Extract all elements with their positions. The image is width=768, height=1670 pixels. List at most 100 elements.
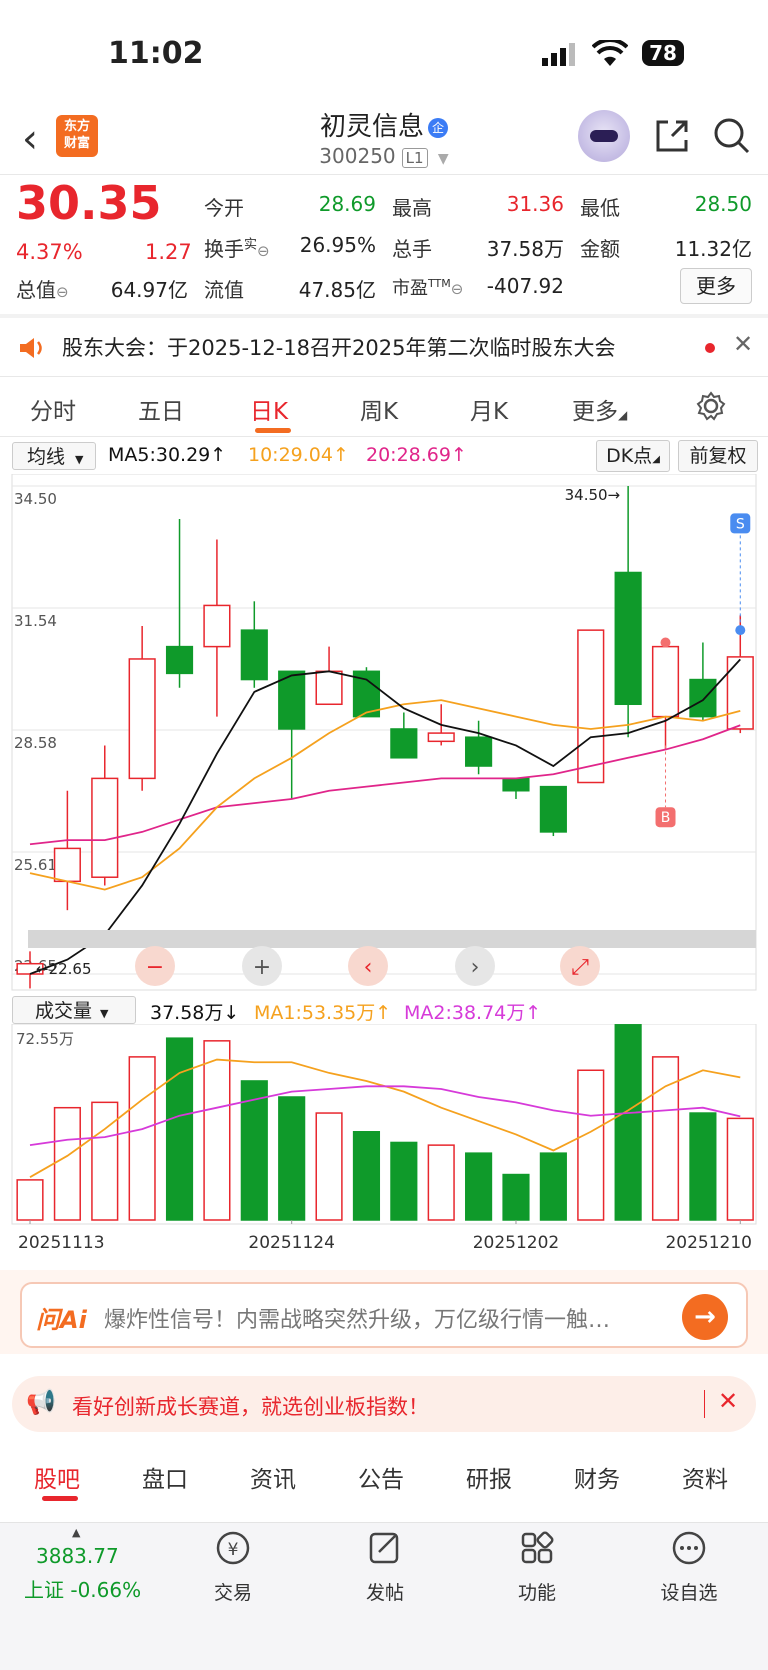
chart-frame <box>11 1024 757 1225</box>
candle-body <box>577 629 605 784</box>
footer-trade[interactable]: ¥ 交易 <box>178 1528 288 1605</box>
footer-favorite[interactable]: 设自选 <box>634 1528 744 1605</box>
tab-daily-k[interactable]: 日K <box>250 392 288 426</box>
svg-text:¥: ¥ <box>228 1540 239 1560</box>
volume-bar <box>502 1173 530 1221</box>
settings-icon[interactable] <box>695 390 727 422</box>
tab-weekly-k[interactable]: 周K <box>360 392 398 426</box>
dk-point-button[interactable]: DK点◢ <box>596 440 670 472</box>
ma5-value: MA5:30.29↑ <box>108 444 227 466</box>
volume-indicator-select[interactable]: 成交量 ▼ <box>12 996 136 1024</box>
tab-pankou[interactable]: 盘口 <box>142 1460 188 1494</box>
add-favorite-icon <box>672 1531 706 1565</box>
volume-value: 37.58万 <box>486 237 564 261</box>
current-price: 30.35 <box>16 176 162 230</box>
arrow-right-icon[interactable]: → <box>682 1294 728 1340</box>
tab-more[interactable]: 更多◢ <box>572 392 627 426</box>
amount-value: 11.32亿 <box>674 237 752 261</box>
chevron-left-icon: ‹ <box>364 955 373 980</box>
tab-monthly-k[interactable]: 月K <box>470 392 508 426</box>
index-value[interactable]: 3883.77 <box>36 1544 119 1568</box>
post-icon <box>369 1532 399 1564</box>
tab-intraday[interactable]: 分时 <box>30 392 76 426</box>
volume-label: 总手 <box>392 237 432 261</box>
signal-b-label: B <box>661 810 671 826</box>
volume-today: 37.58万↓ <box>150 1002 240 1024</box>
status-bar: 11:02 78 <box>0 0 768 100</box>
x-tick-label: 20251124 <box>248 1233 335 1253</box>
trade-icon: ¥ <box>216 1531 250 1565</box>
wifi-icon <box>592 40 628 66</box>
function-icon <box>521 1531 554 1564</box>
volume-bar <box>390 1141 418 1221</box>
volume-bar <box>651 1056 680 1221</box>
plus-icon: + <box>253 955 271 980</box>
chevron-right-icon: › <box>471 955 480 980</box>
float-cap-value: 47.85亿 <box>298 278 376 302</box>
open-label: 今开 <box>204 196 244 220</box>
high-label: 最高 <box>392 196 432 220</box>
tab-profile[interactable]: 资料 <box>682 1460 728 1494</box>
divider <box>0 376 768 377</box>
divider <box>0 436 768 437</box>
open-value: 28.69 <box>318 192 376 216</box>
signal-icon <box>542 43 575 66</box>
market-cap-label: 总值⊖ <box>16 278 69 302</box>
volume-bar <box>427 1144 455 1221</box>
y-tick-label: 34.50 <box>14 490 57 508</box>
megaphone-icon: 📢 <box>26 1388 56 1416</box>
tab-announcement[interactable]: 公告 <box>358 1460 404 1494</box>
candle-body <box>315 670 343 706</box>
min-price-label: ←22.65 <box>36 960 92 978</box>
close-icon[interactable]: ✕ <box>733 330 753 358</box>
adjust-button[interactable]: 前复权 <box>678 440 758 472</box>
unread-dot <box>705 343 715 353</box>
index-label[interactable]: 上证 -0.66% <box>24 1574 141 1603</box>
x-tick-label: 20251202 <box>473 1233 560 1253</box>
tab-news[interactable]: 资讯 <box>250 1460 296 1494</box>
range-band <box>28 930 756 948</box>
tab-finance[interactable]: 财务 <box>574 1460 620 1494</box>
max-price-label: 34.50→ <box>565 486 621 504</box>
notice-bar[interactable]: 股东大会：于2025-12-18召开2025年第二次临时股东大会 ✕ <box>0 318 768 376</box>
search-icon[interactable] <box>712 116 752 156</box>
tab-guba[interactable]: 股吧 <box>34 1460 80 1494</box>
footer-function[interactable]: 功能 <box>482 1528 592 1605</box>
volume-bar <box>726 1117 754 1221</box>
tab-five-day[interactable]: 五日 <box>138 392 184 426</box>
share-icon[interactable] <box>652 116 692 156</box>
candle-body <box>539 785 567 833</box>
ma10-value: 10:29.04↑ <box>248 444 349 466</box>
pe-label: 市盈TTM⊖ <box>392 277 464 299</box>
y-tick-label: 31.54 <box>14 612 57 630</box>
amount-label: 金额 <box>580 237 620 261</box>
chart-frame <box>11 474 757 991</box>
footer-function-label: 功能 <box>517 1582 556 1604</box>
volume-bar <box>465 1152 493 1221</box>
volume-bar <box>16 1179 44 1221</box>
candlestick-chart[interactable]: 34.5031.5428.5825.6122.65−+‹›⤢34.50→←22.… <box>0 474 768 994</box>
x-tick-label: 20251113 <box>18 1233 105 1253</box>
promo-text: 看好创新成长赛道，就选创业板指数！ <box>72 1395 429 1419</box>
more-button[interactable]: 更多 <box>680 268 752 304</box>
ai-assistant-icon[interactable] <box>578 110 630 162</box>
candle-body <box>726 656 754 730</box>
change-percent: 4.37% <box>16 240 83 264</box>
promo-banner[interactable]: 📢 看好创新成长赛道，就选创业板指数！ ✕ <box>12 1376 756 1432</box>
ai-prompt-text[interactable]: 爆炸性信号！内需战略突然升级，万亿级行情一触… <box>104 1302 674 1334</box>
caret-up-icon: ▲ <box>72 1526 81 1539</box>
footer-post[interactable]: 发帖 <box>330 1528 440 1605</box>
volume-chart[interactable]: 72.55万 20251113 20251124 20251202 20251210 <box>0 1024 768 1264</box>
close-icon[interactable]: ✕ <box>718 1387 738 1415</box>
ma-select[interactable]: 均线 ▼ <box>12 442 96 470</box>
minus-icon: − <box>146 955 164 980</box>
candle-body <box>128 658 156 780</box>
tab-research[interactable]: 研报 <box>466 1460 512 1494</box>
signal-dot <box>735 625 746 636</box>
low-value: 28.50 <box>694 192 752 216</box>
low-label: 最低 <box>580 196 620 220</box>
volume-bar <box>614 1024 642 1221</box>
level-tag: L1 <box>401 148 428 168</box>
candle-body <box>165 645 194 675</box>
divider <box>0 174 768 175</box>
